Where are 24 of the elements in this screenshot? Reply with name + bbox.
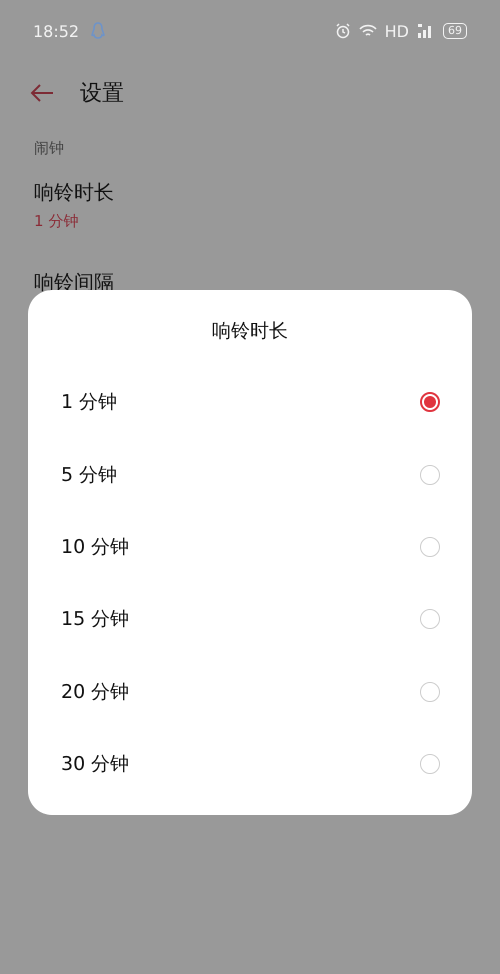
option-row[interactable]: 10 分钟 — [28, 510, 472, 584]
penguin-icon — [91, 22, 106, 40]
wifi-icon — [358, 24, 377, 38]
radio-button[interactable] — [420, 536, 440, 557]
option-row[interactable]: 30 分钟 — [28, 728, 472, 800]
section-title: 闹钟 — [34, 139, 64, 157]
radio-button[interactable] — [420, 392, 440, 412]
option-row[interactable]: 5 分钟 — [28, 438, 472, 511]
radio-button[interactable] — [420, 609, 440, 630]
radio-button[interactable] — [420, 682, 440, 702]
setting-value: 1 分钟 — [34, 212, 78, 231]
radio-button[interactable] — [420, 464, 440, 485]
option-row[interactable]: 15 分钟 — [28, 583, 472, 656]
network-label: HD — [384, 22, 409, 40]
battery-indicator: 69 — [443, 23, 467, 39]
page-title: 设置 — [80, 80, 124, 108]
alarm-icon — [334, 23, 351, 39]
option-row[interactable]: 20 分钟 — [28, 656, 472, 728]
radio-button[interactable] — [420, 754, 440, 774]
option-row[interactable]: 1 分钟 — [28, 366, 472, 438]
status-time: 18:52 — [33, 22, 80, 40]
back-arrow-icon[interactable] — [30, 84, 54, 102]
setting-title[interactable]: 响铃时长 — [34, 179, 114, 206]
dialog-title: 响铃时长 — [212, 319, 288, 344]
